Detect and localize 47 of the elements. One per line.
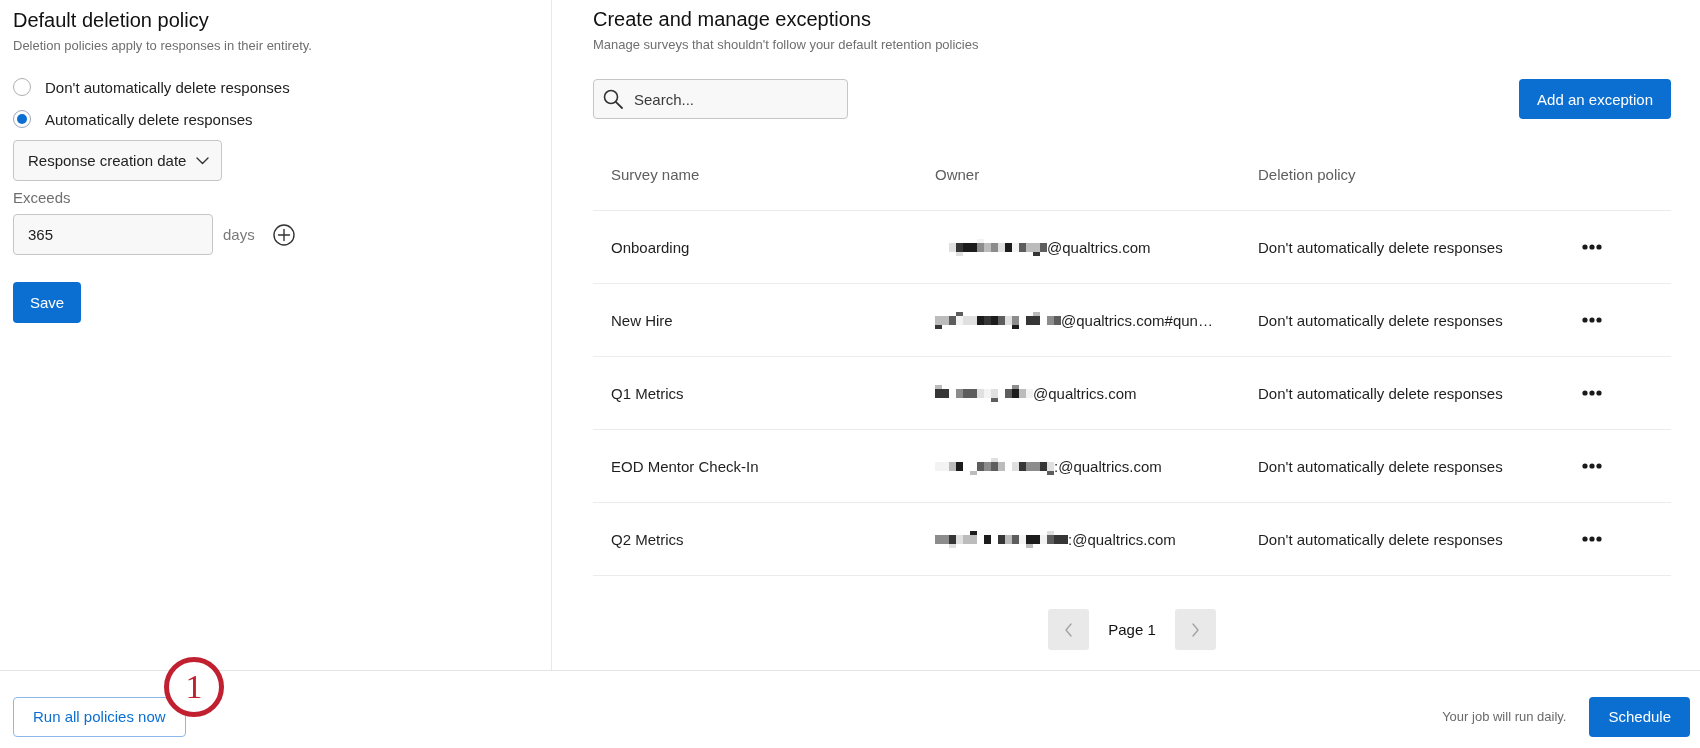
save-button[interactable]: Save (13, 282, 82, 323)
page-label: Page 1 (1108, 621, 1156, 638)
section-subtitle: Manage surveys that shouldn't follow your default retention policies (593, 37, 980, 53)
schedule-note: Your job will run daily. (1442, 709, 1567, 724)
section-title: Create and manage exceptions (593, 7, 872, 31)
add-exception-button[interactable]: Add an exception (1519, 79, 1671, 119)
table-cell: Don't automatically delete responses (1258, 238, 1503, 256)
table-cell: Don't automatically delete responses (1258, 530, 1503, 548)
table-cell: Don't automatically delete responses (1258, 311, 1503, 329)
schedule-button[interactable]: Schedule (1589, 696, 1690, 737)
chevron-right-icon (1190, 622, 1200, 637)
chevron-left-icon (1064, 622, 1074, 637)
radio-button[interactable] (13, 110, 31, 128)
column-header: Owner (935, 166, 980, 183)
days-input[interactable]: 365 (13, 214, 213, 255)
table-cell: EOD Mentor Check-In (611, 457, 759, 475)
owner-email: @qualtrics.com#qun… (1061, 311, 1213, 329)
owner-email: @qualtrics.com (1033, 384, 1137, 402)
unit-label: days (223, 226, 255, 243)
table-cell: New Hire (611, 311, 673, 329)
more-options-icon[interactable] (1582, 463, 1602, 469)
search-field[interactable]: Search... (593, 79, 848, 119)
more-options-icon[interactable] (1582, 390, 1602, 396)
table-cell: Don't automatically delete responses (1258, 457, 1503, 475)
plus-circle-icon[interactable] (272, 223, 295, 246)
table-cell: Q2 Metrics (611, 530, 684, 548)
more-options-icon[interactable] (1582, 536, 1602, 542)
more-options-icon[interactable] (1582, 244, 1602, 250)
chevron-down-icon (196, 156, 210, 165)
section-subtitle: Deletion policies apply to responses in their entirety. (13, 38, 312, 54)
field-label: Exceeds (13, 189, 71, 207)
table-cell: Don't automatically delete responses (1258, 384, 1503, 402)
owner-email: :@qualtrics.com (1054, 457, 1162, 475)
more-options-icon[interactable] (1582, 317, 1602, 323)
search-icon (603, 89, 623, 109)
radio-button[interactable] (13, 78, 31, 96)
column-header: Deletion policy (1258, 166, 1356, 183)
column-header: Survey name (611, 166, 700, 183)
table-cell: Onboarding (611, 238, 690, 256)
date-dropdown[interactable]: Response creation date (13, 140, 223, 181)
owner-email: @qualtrics.com (1047, 238, 1151, 256)
owner-email: :@qualtrics.com (1068, 530, 1176, 548)
table-cell: Q1 Metrics (611, 384, 684, 402)
radio-label[interactable]: Automatically delete responses (45, 110, 253, 128)
section-title: Default deletion policy (13, 8, 209, 32)
radio-label[interactable]: Don't automatically delete responses (45, 78, 290, 96)
run-policies-button[interactable]: Run all policies now (13, 696, 186, 737)
